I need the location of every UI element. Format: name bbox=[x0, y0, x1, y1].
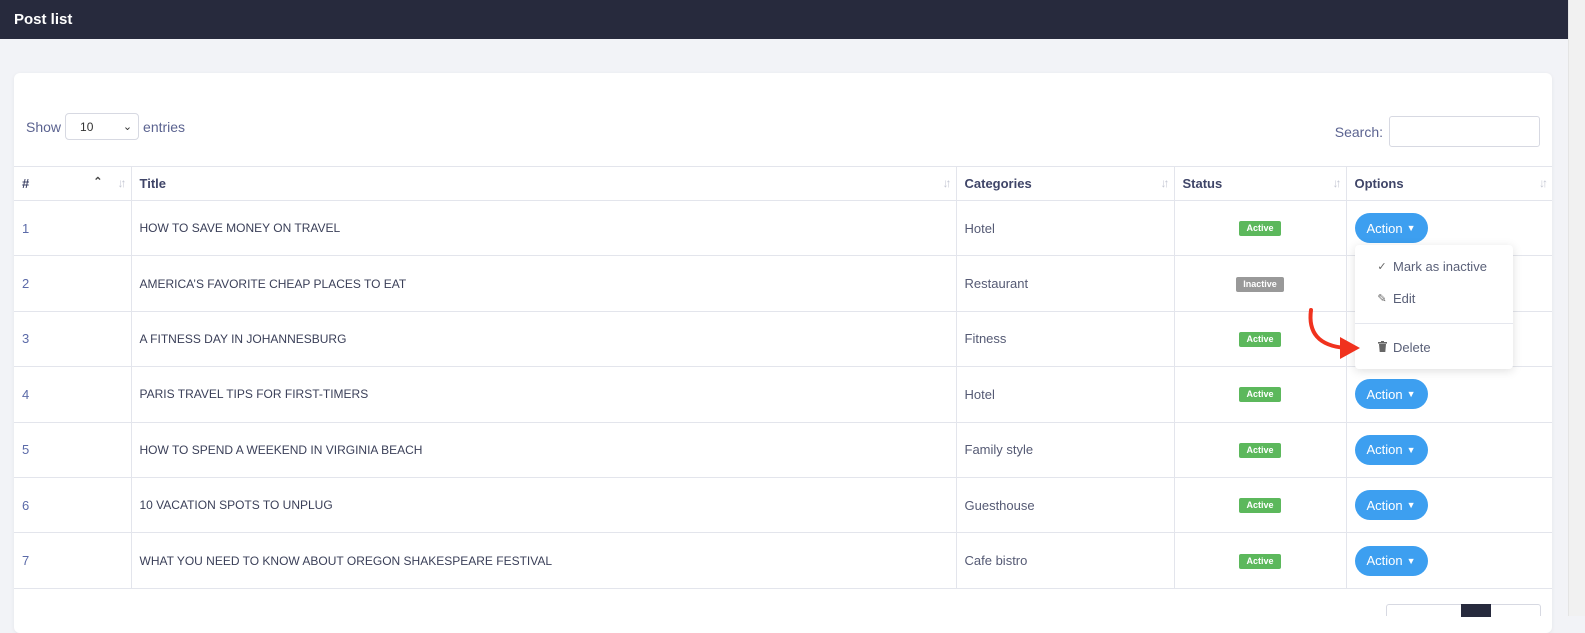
post-category: Hotel bbox=[956, 366, 1175, 423]
post-title: PARIS TRAVEL TIPS FOR FIRST-TIMERS bbox=[131, 366, 957, 423]
status-cell: Inactive bbox=[1174, 255, 1347, 312]
options-cell: Action ▼ bbox=[1346, 422, 1552, 478]
search-label: Search: bbox=[1334, 123, 1383, 140]
entries-length-control: Show 10 ⌄ entries bbox=[26, 113, 185, 140]
menu-divider bbox=[1355, 323, 1513, 324]
column-header-options[interactable]: Options ↓↑ bbox=[1346, 166, 1552, 201]
post-category: Hotel bbox=[956, 200, 1175, 257]
status-cell: Active bbox=[1174, 477, 1347, 534]
post-category: Family style bbox=[956, 422, 1175, 478]
options-cell: Action ▼ bbox=[1346, 366, 1552, 423]
table-row: 6 10 VACATION SPOTS TO UNPLUG Guesthouse… bbox=[14, 477, 1552, 534]
pencil-icon: ✎ bbox=[1377, 293, 1387, 305]
status-badge: Active bbox=[1239, 553, 1281, 569]
status-badge: Active bbox=[1239, 442, 1281, 458]
table-row: 5 HOW TO SPEND A WEEKEND IN VIRGINIA BEA… bbox=[14, 422, 1552, 478]
table-row: 4 PARIS TRAVEL TIPS FOR FIRST-TIMERS Hot… bbox=[14, 366, 1552, 423]
table-row: 1 HOW TO SAVE MONEY ON TRAVEL Hotel Acti… bbox=[14, 200, 1552, 257]
post-category: Fitness bbox=[956, 311, 1175, 368]
table-row: 7 WHAT YOU NEED TO KNOW ABOUT OREGON SHA… bbox=[14, 532, 1552, 589]
post-title: 10 VACATION SPOTS TO UNPLUG bbox=[131, 477, 957, 534]
status-badge: Active bbox=[1239, 498, 1281, 514]
menu-item-delete[interactable]: Delete bbox=[1377, 340, 1431, 355]
row-number: 5 bbox=[14, 422, 132, 478]
entries-label: entries bbox=[143, 118, 186, 135]
row-number: 3 bbox=[14, 311, 132, 368]
status-badge: Inactive bbox=[1236, 276, 1284, 292]
page-title: Post list bbox=[14, 11, 73, 28]
scrollbar[interactable] bbox=[1568, 0, 1585, 616]
post-category: Cafe bistro bbox=[956, 532, 1175, 589]
pagination bbox=[1386, 604, 1541, 617]
action-button[interactable]: Action ▼ bbox=[1354, 545, 1428, 576]
row-number: 1 bbox=[14, 200, 132, 257]
action-button[interactable]: Action ▼ bbox=[1354, 434, 1428, 465]
menu-item-edit[interactable]: ✎ Edit bbox=[1377, 291, 1415, 306]
column-header-num[interactable]: # ⌃ ↓↑ bbox=[14, 166, 132, 201]
search-control: Search: bbox=[1335, 116, 1540, 147]
status-badge: Active bbox=[1239, 331, 1281, 347]
row-number: 6 bbox=[14, 477, 132, 534]
red-arrow-annotation bbox=[1308, 308, 1360, 359]
show-label: Show bbox=[26, 118, 62, 135]
column-header-categories[interactable]: Categories ↓↑ bbox=[956, 166, 1175, 201]
search-input[interactable] bbox=[1389, 116, 1540, 147]
sort-icon: ↓↑ bbox=[942, 176, 952, 190]
table-header-row: # ⌃ ↓↑ Title ↓↑ Categories ↓↑ Status ↓↑ bbox=[14, 166, 1552, 201]
post-title: A FITNESS DAY IN JOHANNESBURG bbox=[131, 311, 957, 368]
chevron-down-icon: ⌄ bbox=[122, 121, 133, 133]
sort-icon: ↓↑ bbox=[1160, 176, 1170, 190]
action-button[interactable]: Action ▼ bbox=[1354, 213, 1428, 244]
row-number: 2 bbox=[14, 255, 132, 312]
caret-down-icon: ▼ bbox=[1406, 444, 1416, 455]
options-cell: Action ▼ bbox=[1346, 477, 1552, 534]
options-cell: Action ▼ bbox=[1346, 532, 1552, 589]
entries-select[interactable]: 10 ⌄ bbox=[65, 113, 140, 140]
post-title: HOW TO SPEND A WEEKEND IN VIRGINIA BEACH bbox=[131, 422, 957, 478]
post-category: Guesthouse bbox=[956, 477, 1175, 534]
caret-down-icon: ▼ bbox=[1406, 555, 1416, 566]
sort-icon: ↓↑ bbox=[1539, 176, 1548, 190]
entries-select-value: 10 bbox=[80, 119, 94, 134]
status-badge: Active bbox=[1239, 387, 1281, 403]
caret-down-icon: ▼ bbox=[1406, 500, 1416, 511]
sort-icon: ↓↑ bbox=[117, 176, 127, 190]
menu-item-mark-inactive[interactable]: ✓ Mark as inactive bbox=[1377, 259, 1487, 274]
caret-down-icon: ▼ bbox=[1406, 223, 1416, 234]
pagination-active-page[interactable] bbox=[1461, 604, 1491, 617]
action-button[interactable]: Action ▼ bbox=[1354, 379, 1428, 410]
page-header: Post list bbox=[0, 0, 1568, 39]
action-button[interactable]: Action ▼ bbox=[1354, 490, 1428, 521]
sort-asc-icon: ⌃ bbox=[93, 176, 103, 188]
check-icon: ✓ bbox=[1377, 261, 1387, 273]
status-cell: Active bbox=[1174, 422, 1347, 478]
posts-table: # ⌃ ↓↑ Title ↓↑ Categories ↓↑ Status ↓↑ bbox=[14, 166, 1552, 589]
post-title: HOW TO SAVE MONEY ON TRAVEL bbox=[131, 200, 957, 257]
trash-icon bbox=[1377, 340, 1387, 355]
post-category: Restaurant bbox=[956, 255, 1175, 312]
row-number: 7 bbox=[14, 532, 132, 589]
status-cell: Active bbox=[1174, 532, 1347, 589]
column-header-status[interactable]: Status ↓↑ bbox=[1174, 166, 1347, 201]
table-row: 2 AMERICA’S FAVORITE CHEAP PLACES TO EAT… bbox=[14, 255, 1552, 312]
status-cell: Active bbox=[1174, 200, 1347, 257]
status-cell: Active bbox=[1174, 366, 1347, 423]
status-badge: Active bbox=[1239, 221, 1281, 237]
post-title: WHAT YOU NEED TO KNOW ABOUT OREGON SHAKE… bbox=[131, 532, 957, 589]
post-title: AMERICA’S FAVORITE CHEAP PLACES TO EAT bbox=[131, 255, 957, 312]
column-header-title[interactable]: Title ↓↑ bbox=[131, 166, 957, 201]
sort-icon: ↓↑ bbox=[1332, 176, 1342, 190]
action-dropdown-menu: ✓ Mark as inactive ✎ Edit Delete bbox=[1355, 245, 1513, 369]
caret-down-icon: ▼ bbox=[1406, 389, 1416, 400]
row-number: 4 bbox=[14, 366, 132, 423]
